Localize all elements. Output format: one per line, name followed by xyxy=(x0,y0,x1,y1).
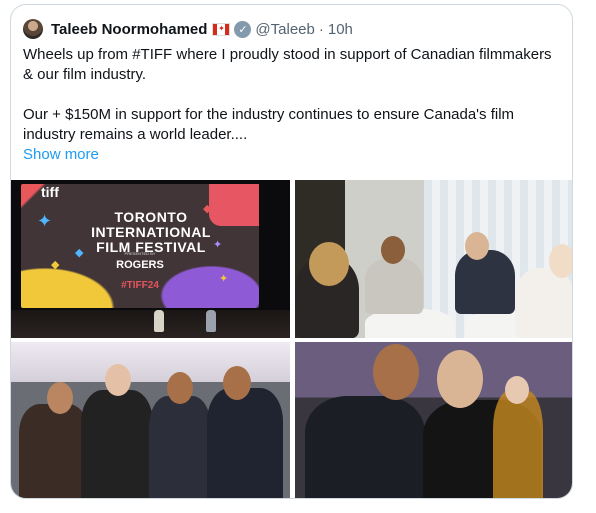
speaker-figure xyxy=(206,310,216,332)
person xyxy=(81,390,153,498)
tweet-text-paragraph-1: Wheels up from #TIFF where I proudly sto… xyxy=(23,46,552,83)
sparkle-icon: ◆ xyxy=(75,247,84,259)
scarf xyxy=(493,390,543,498)
person xyxy=(19,404,89,498)
festival-title: TORONTO INTERNATIONAL FILM FESTIVAL xyxy=(91,209,211,255)
show-more-link[interactable]: Show more xyxy=(23,146,99,163)
sparkle-icon: ✦ xyxy=(219,273,229,285)
sparkle-icon: ✦ xyxy=(37,211,53,231)
tweet-timestamp[interactable]: 10h xyxy=(328,21,353,38)
separator-dot: · xyxy=(318,20,324,38)
presented-by: PRESENTED BY xyxy=(124,251,156,256)
speaker-figure xyxy=(154,310,164,332)
person-head xyxy=(505,376,529,404)
tiff-logo: tiff xyxy=(41,184,59,200)
sparkle-icon: ◆ xyxy=(203,203,212,215)
person-head xyxy=(465,232,489,260)
media-grid: tiff TORONTO INTERNATIONAL FILM FESTIVAL… xyxy=(11,180,572,498)
person-head xyxy=(373,344,419,400)
tweet-text: Wheels up from #TIFF where I proudly sto… xyxy=(23,45,563,145)
person xyxy=(515,268,572,338)
person xyxy=(149,396,211,498)
person xyxy=(207,388,283,498)
verified-badge-icon[interactable]: ✓ xyxy=(234,20,252,38)
photo-panel-discussion[interactable] xyxy=(295,180,572,338)
photo-two-people[interactable] xyxy=(295,342,572,498)
sparkle-icon: ◆ xyxy=(51,259,60,271)
stage xyxy=(11,310,290,338)
person-head xyxy=(549,244,572,278)
person xyxy=(365,258,423,314)
person-head xyxy=(437,350,483,408)
person-head xyxy=(223,366,251,400)
photo-tiff-screen[interactable]: tiff TORONTO INTERNATIONAL FILM FESTIVAL… xyxy=(11,180,290,338)
person xyxy=(455,250,515,314)
tweet-header: Taleeb Noormohamed ✦ ✓ @Taleeb · 10h xyxy=(23,18,353,40)
person-head xyxy=(309,242,349,286)
photo-group-portrait[interactable] xyxy=(11,342,290,498)
author-name[interactable]: Taleeb Noormohamed xyxy=(51,21,207,38)
canada-flag-icon: ✦ xyxy=(212,22,231,36)
sparkle-icon: ✦ xyxy=(213,239,223,251)
author-handle[interactable]: @Taleeb xyxy=(255,21,314,38)
person-head xyxy=(381,236,405,264)
person-head xyxy=(47,382,73,414)
person-head xyxy=(105,364,131,396)
person xyxy=(305,396,425,498)
tweet-text-paragraph-2: Our + $150M in support for the industry … xyxy=(23,106,515,143)
avatar[interactable] xyxy=(23,19,43,39)
festival-screen: tiff TORONTO INTERNATIONAL FILM FESTIVAL… xyxy=(21,184,259,308)
tweet-card[interactable]: Taleeb Noormohamed ✦ ✓ @Taleeb · 10h Whe… xyxy=(10,4,573,499)
person-head xyxy=(167,372,193,404)
